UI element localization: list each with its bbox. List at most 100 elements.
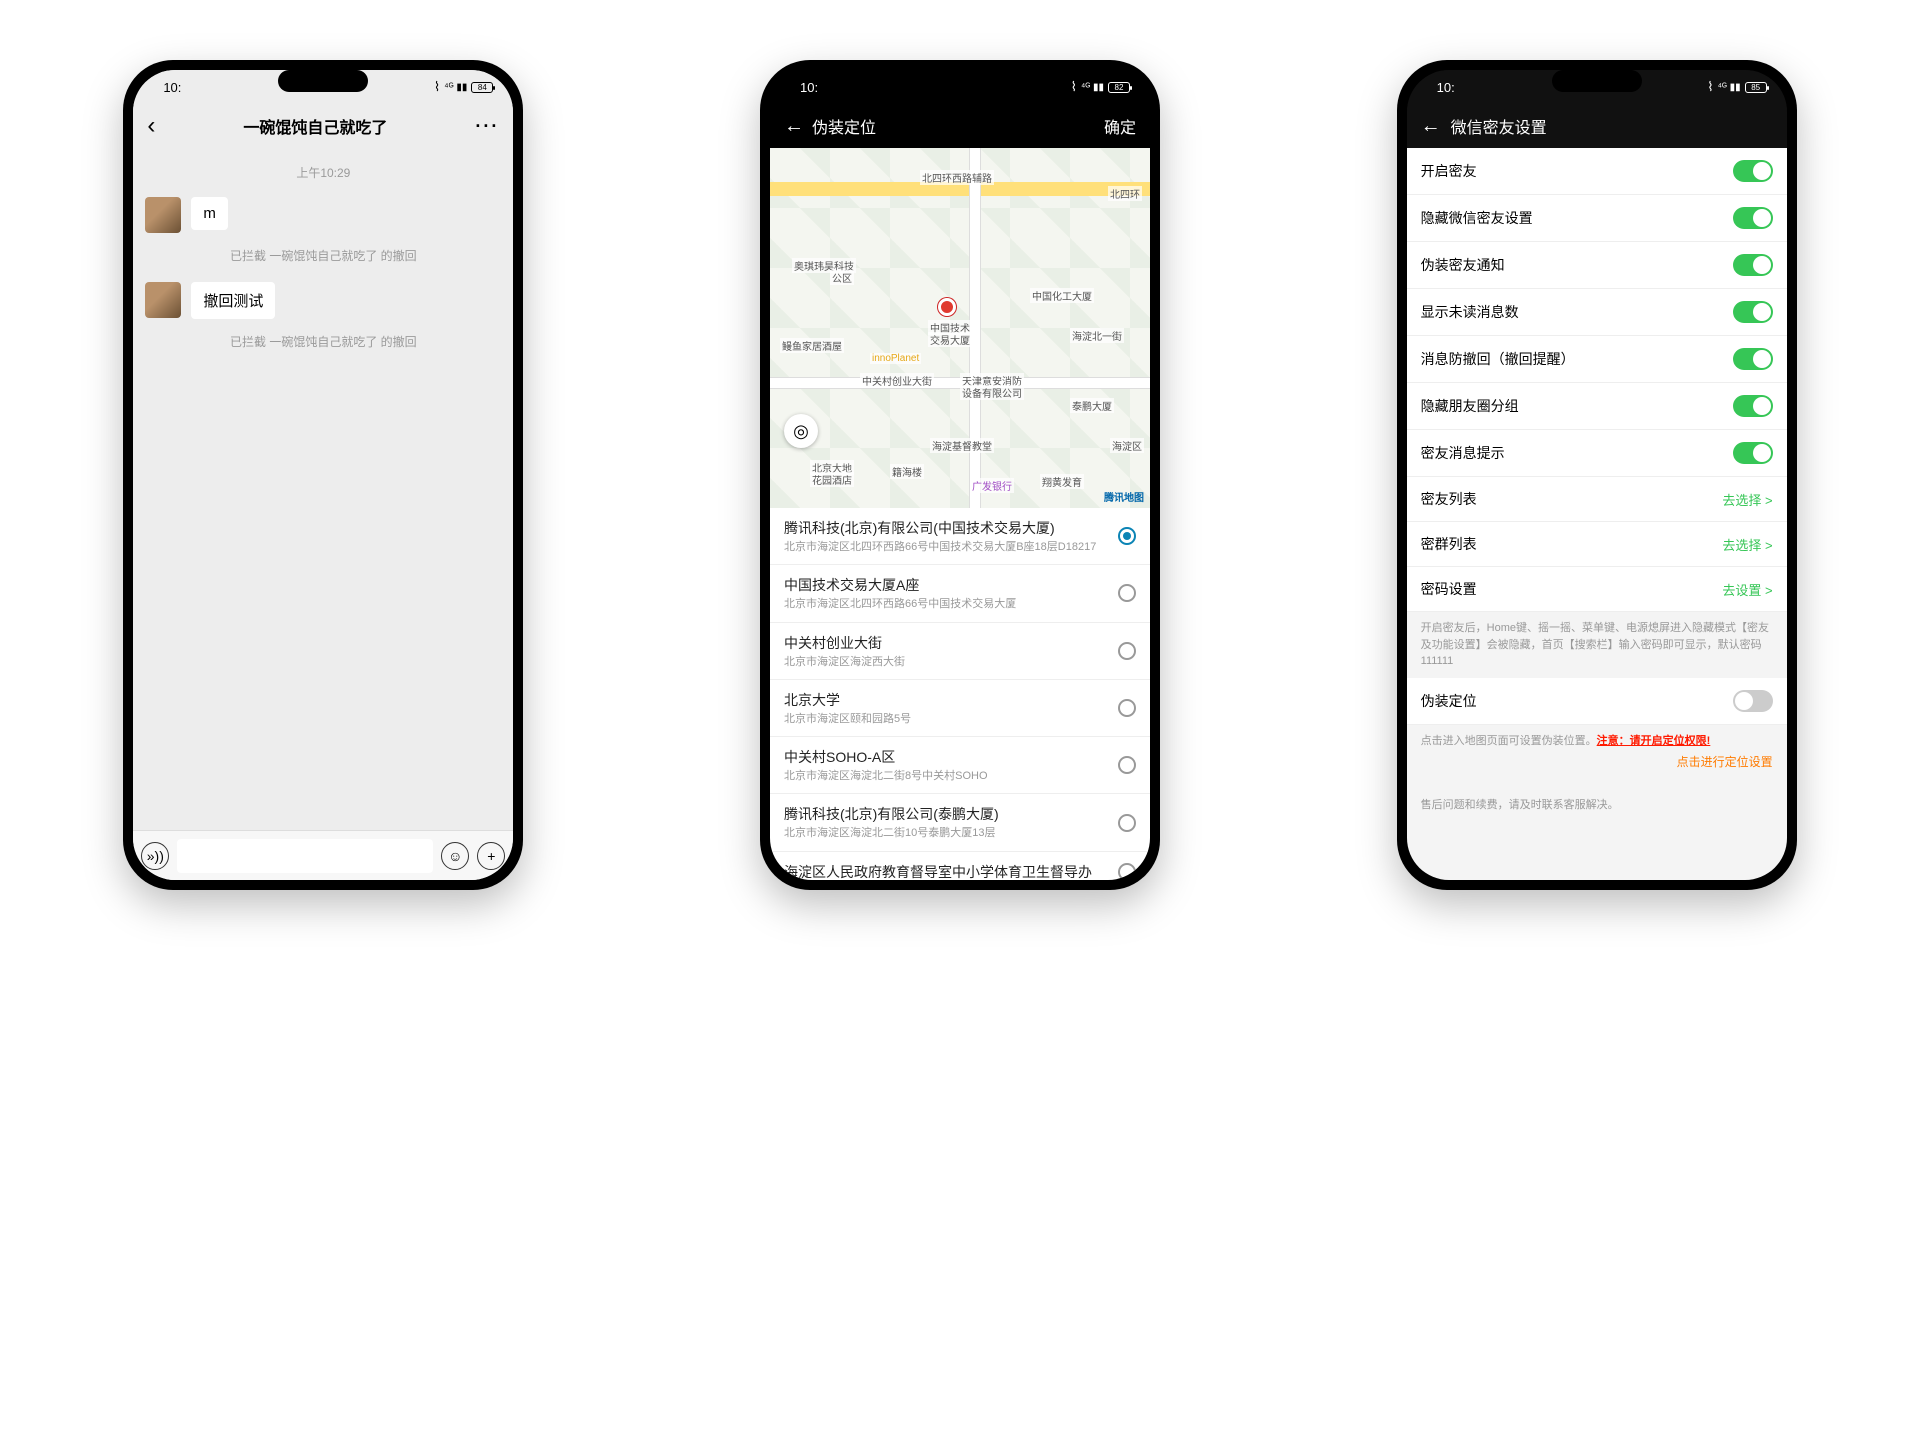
location-name: 中关村创业大街 [784,633,1108,653]
setting-label: 密码设置 [1421,579,1477,599]
wifi-icon: ⌇ [1707,79,1713,95]
radio-icon[interactable] [1118,756,1136,774]
more-icon[interactable]: ··· [475,116,499,137]
setting-action-link[interactable]: 去选择 > [1722,535,1772,554]
back-icon[interactable]: ‹ [147,112,155,140]
setting-row[interactable]: 显示未读消息数 [1407,289,1787,336]
location-address: 北京市海淀区北四环西路66号中国技术交易大厦 [784,597,1108,611]
map-label: 翔黄发育 [1040,474,1084,489]
toggle-switch[interactable] [1733,254,1773,276]
location-item[interactable]: 北京大学北京市海淀区颐和园路5号 [770,680,1150,737]
setting-row[interactable]: 密群列表去选择 > [1407,522,1787,567]
setting-row[interactable]: 隐藏朋友圈分组 [1407,383,1787,430]
setting-row[interactable]: 隐藏微信密友设置 [1407,195,1787,242]
message-bubble[interactable]: 撤回测试 [191,282,275,319]
confirm-button[interactable]: 确定 [1104,114,1136,138]
setting-row[interactable]: 开启密友 [1407,148,1787,195]
setting-row-fakelocation[interactable]: 伪装定位 [1407,678,1787,725]
back-icon[interactable]: ← [1421,115,1441,138]
radio-icon[interactable] [1118,814,1136,832]
map-label: 籍海楼 [890,464,924,479]
location-address: 北京市海淀区颐和园路5号 [784,712,1108,726]
setting-row[interactable]: 密友消息提示 [1407,430,1787,477]
map-label: 中国化工大厦 [1030,288,1094,303]
setting-row[interactable]: 伪装密友通知 [1407,242,1787,289]
message-bubble[interactable]: m [191,197,228,230]
map-label: 海淀基督教堂 [930,438,994,453]
message-input[interactable] [177,839,433,873]
toggle-switch[interactable] [1733,348,1773,370]
status-time: 10: [1437,80,1455,95]
battery-icon: 85 [1745,82,1767,93]
setting-label: 密友消息提示 [1421,443,1505,463]
back-icon[interactable]: ← [784,115,804,138]
location-item[interactable]: 腾讯科技(北京)有限公司(中国技术交易大厦)北京市海淀区北四环西路66号中国技术… [770,508,1150,565]
radio-icon[interactable] [1118,699,1136,717]
avatar[interactable] [145,282,181,318]
message-row: 撤回测试 [145,282,501,319]
status-time: 10: [800,80,818,95]
notch [278,70,368,92]
location-name: 腾讯科技(北京)有限公司(中国技术交易大厦) [784,518,1108,538]
wifi-icon: ⌇ [434,79,440,95]
system-message: 已拦截 一碗馄饨自己就吃了 的撤回 [145,247,501,264]
location-item[interactable]: 腾讯科技(北京)有限公司(泰鹏大厦)北京市海淀区海淀北二街10号泰鹏大厦13层 [770,794,1150,851]
voice-icon[interactable]: »)) [141,842,169,870]
phone-location: 10: ⌇ ⁴ᴳ ▮▮ 82 ← 伪装定位 确定 北四环西路辅路 北四 [760,60,1160,890]
location-settings-link[interactable]: 点击进行定位设置 [1421,753,1773,771]
hint-text: 开启密友后，Home键、摇一摇、菜单键、电源熄屏进入隐藏模式【密友及功能设置】会… [1407,612,1787,678]
status-time: 10: [163,80,181,95]
location-name: 腾讯科技(北京)有限公司(泰鹏大厦) [784,804,1108,824]
warning-text: 注意：请开启定位权限! [1597,735,1711,747]
battery-icon: 84 [471,82,493,93]
radio-icon[interactable] [1118,642,1136,660]
header-title: 伪装定位 [812,114,876,138]
location-list[interactable]: 腾讯科技(北京)有限公司(中国技术交易大厦) 北京市海淀区北四环西路66号中国技术… [770,508,1150,880]
map-label: 北四环 [1108,186,1142,201]
setting-row[interactable]: 密码设置 去设置 > [1407,567,1787,612]
status-icons: ⌇ ⁴ᴳ ▮▮ 82 [1071,79,1130,95]
toggle-switch[interactable] [1733,395,1773,417]
location-address: 北京市海淀区海淀北二街8号中关村SOHO [784,769,1108,783]
toggle-switch[interactable] [1733,301,1773,323]
status-icons: ⌇ ⁴ᴳ ▮▮ 85 [1707,79,1766,95]
setting-action-link[interactable]: 去设置 > [1722,580,1772,599]
setting-label: 消息防撤回（撤回提醒） [1421,349,1575,369]
hint-part: 点击进入地图页面可设置伪装位置。 [1421,735,1597,747]
avatar[interactable] [145,197,181,233]
map-label: 设备有限公司 [960,385,1024,400]
toggle-switch[interactable] [1733,690,1773,712]
location-name: 中关村SOHO-A区 [784,747,1108,767]
wifi-icon: ⌇ [1071,79,1077,95]
location-item[interactable]: 中关村创业大街北京市海淀区海淀西大街 [770,623,1150,680]
hint-text: 点击进入地图页面可设置伪装位置。注意：请开启定位权限! 点击进行定位设置 [1407,725,1787,780]
radio-icon[interactable] [1118,863,1136,880]
setting-label: 显示未读消息数 [1421,302,1519,322]
toggle-switch[interactable] [1733,442,1773,464]
location-address: 北京市海淀区海淀西大街 [784,655,1108,669]
map-label: 海淀北一街 [1070,328,1124,343]
chat-header: ‹ 一碗馄饨自己就吃了 ··· [133,104,513,148]
map-view[interactable]: 北四环西路辅路 北四环 奥琪玮昊科技 公区 鳗鱼家居酒屋 innoPlanet … [770,148,1150,508]
setting-row[interactable]: 消息防撤回（撤回提醒） [1407,336,1787,383]
toggle-switch[interactable] [1733,160,1773,182]
settings-header: ← 微信密友设置 [1407,104,1787,148]
map-attribution: 腾讯地图 [1104,489,1144,504]
radio-icon[interactable] [1118,527,1136,545]
signal-icon: ⁴ᴳ ▮▮ [444,82,467,93]
toggle-switch[interactable] [1733,207,1773,229]
setting-label: 隐藏微信密友设置 [1421,208,1533,228]
setting-label: 密友列表 [1421,489,1477,509]
map-label: innoPlanet [870,353,921,364]
radio-icon[interactable] [1118,584,1136,602]
map-label: 广发银行 [970,478,1014,493]
location-item[interactable]: 中国技术交易大厦A座北京市海淀区北四环西路66号中国技术交易大厦 [770,565,1150,622]
setting-row[interactable]: 密友列表 去选择 > [1407,477,1787,522]
emoji-icon[interactable]: ☺ [441,842,469,870]
location-item[interactable]: 中关村SOHO-A区北京市海淀区海淀北二街8号中关村SOHO [770,737,1150,794]
location-name: 中国技术交易大厦A座 [784,575,1108,595]
locate-me-button[interactable]: ◎ [784,414,818,448]
plus-icon[interactable]: + [477,842,505,870]
setting-action-link[interactable]: 去选择 > [1722,490,1772,509]
location-item[interactable]: 海淀区人民政府教育督导室中小学体育卫生督导办 [770,852,1150,880]
